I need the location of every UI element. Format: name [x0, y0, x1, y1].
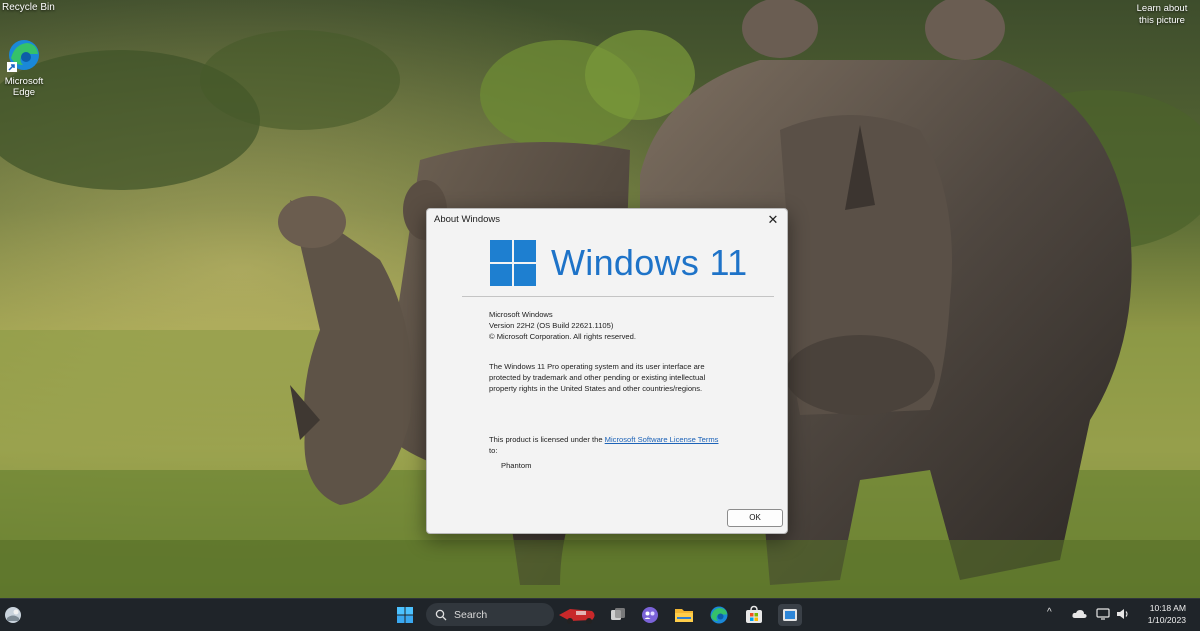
taskbar-search-box[interactable]: Search: [426, 603, 554, 626]
license-terms-link[interactable]: Microsoft Software License Terms: [605, 435, 719, 444]
edge-icon-label: Microsoft Edge: [4, 76, 44, 98]
cloud-icon[interactable]: [1072, 609, 1087, 619]
dialog-titlebar[interactable]: About Windows ✕: [427, 209, 787, 231]
license-suffix: to:: [489, 446, 498, 455]
store-icon: [746, 605, 762, 623]
license-text: This product is licensed under the Micro…: [489, 434, 729, 456]
media-icon: [783, 609, 797, 621]
display-icon[interactable]: [1096, 608, 1110, 620]
start-button[interactable]: [394, 604, 416, 626]
file-explorer-icon: [675, 609, 693, 622]
start-icon: [397, 607, 413, 623]
shortcut-arrow-icon: [7, 62, 17, 72]
about-windows-dialog: About Windows ✕ Windows 11 Microsoft Win…: [426, 208, 788, 534]
legal-text: The Windows 11 Pro operating system and …: [489, 362, 706, 393]
volume-icon[interactable]: [1116, 608, 1130, 620]
windows-logo-icon: [490, 240, 536, 286]
dialog-title: About Windows: [434, 214, 501, 225]
recycle-bin-label[interactable]: Recycle Bin: [2, 2, 55, 13]
file-explorer-button[interactable]: [673, 604, 695, 626]
product-name: Microsoft Windows: [489, 310, 553, 319]
close-button[interactable]: ✕: [763, 211, 783, 229]
license-prefix: This product is licensed under the: [489, 435, 605, 444]
task-view-icon: [611, 608, 625, 620]
task-view-button[interactable]: [607, 604, 629, 626]
windows-brand: Windows 11: [490, 239, 747, 287]
chat-icon: [642, 607, 658, 623]
edge-taskbar-button[interactable]: [708, 604, 730, 626]
brand-text: Windows 11: [551, 242, 748, 283]
game-widget-icon: [559, 609, 595, 624]
clock-time: 10:18 AM: [1149, 603, 1186, 613]
taskbar: Search ^ 10:18 AM 1/10/2023: [0, 598, 1200, 631]
edge-icon: [7, 38, 41, 72]
widgets-button[interactable]: [2, 604, 24, 626]
divider: [462, 296, 774, 297]
edge-icon: [710, 606, 728, 624]
ok-button[interactable]: OK: [727, 509, 783, 527]
chevron-up-icon[interactable]: ^: [1047, 607, 1052, 618]
widgets-icon: [5, 607, 21, 623]
store-button[interactable]: [743, 604, 765, 626]
clock-date: 1/10/2023: [1147, 614, 1186, 625]
version-info: Microsoft Windows Version 22H2 (OS Build…: [489, 309, 636, 342]
taskbar-clock[interactable]: 10:18 AM 1/10/2023: [1148, 603, 1186, 626]
version-text: Version 22H2 (OS Build 22621.1105): [489, 321, 614, 330]
learn-about-picture[interactable]: Learn about this picture: [1132, 3, 1192, 27]
copyright-text: © Microsoft Corporation. All rights rese…: [489, 332, 636, 341]
search-icon: [435, 609, 447, 620]
licensee-name: Phantom: [501, 461, 532, 470]
media-button[interactable]: [778, 604, 802, 626]
chat-button[interactable]: [639, 604, 661, 626]
search-placeholder: Search: [454, 608, 488, 621]
game-widget-button[interactable]: [556, 604, 598, 626]
desktop-icon-edge[interactable]: Microsoft Edge: [2, 38, 46, 98]
